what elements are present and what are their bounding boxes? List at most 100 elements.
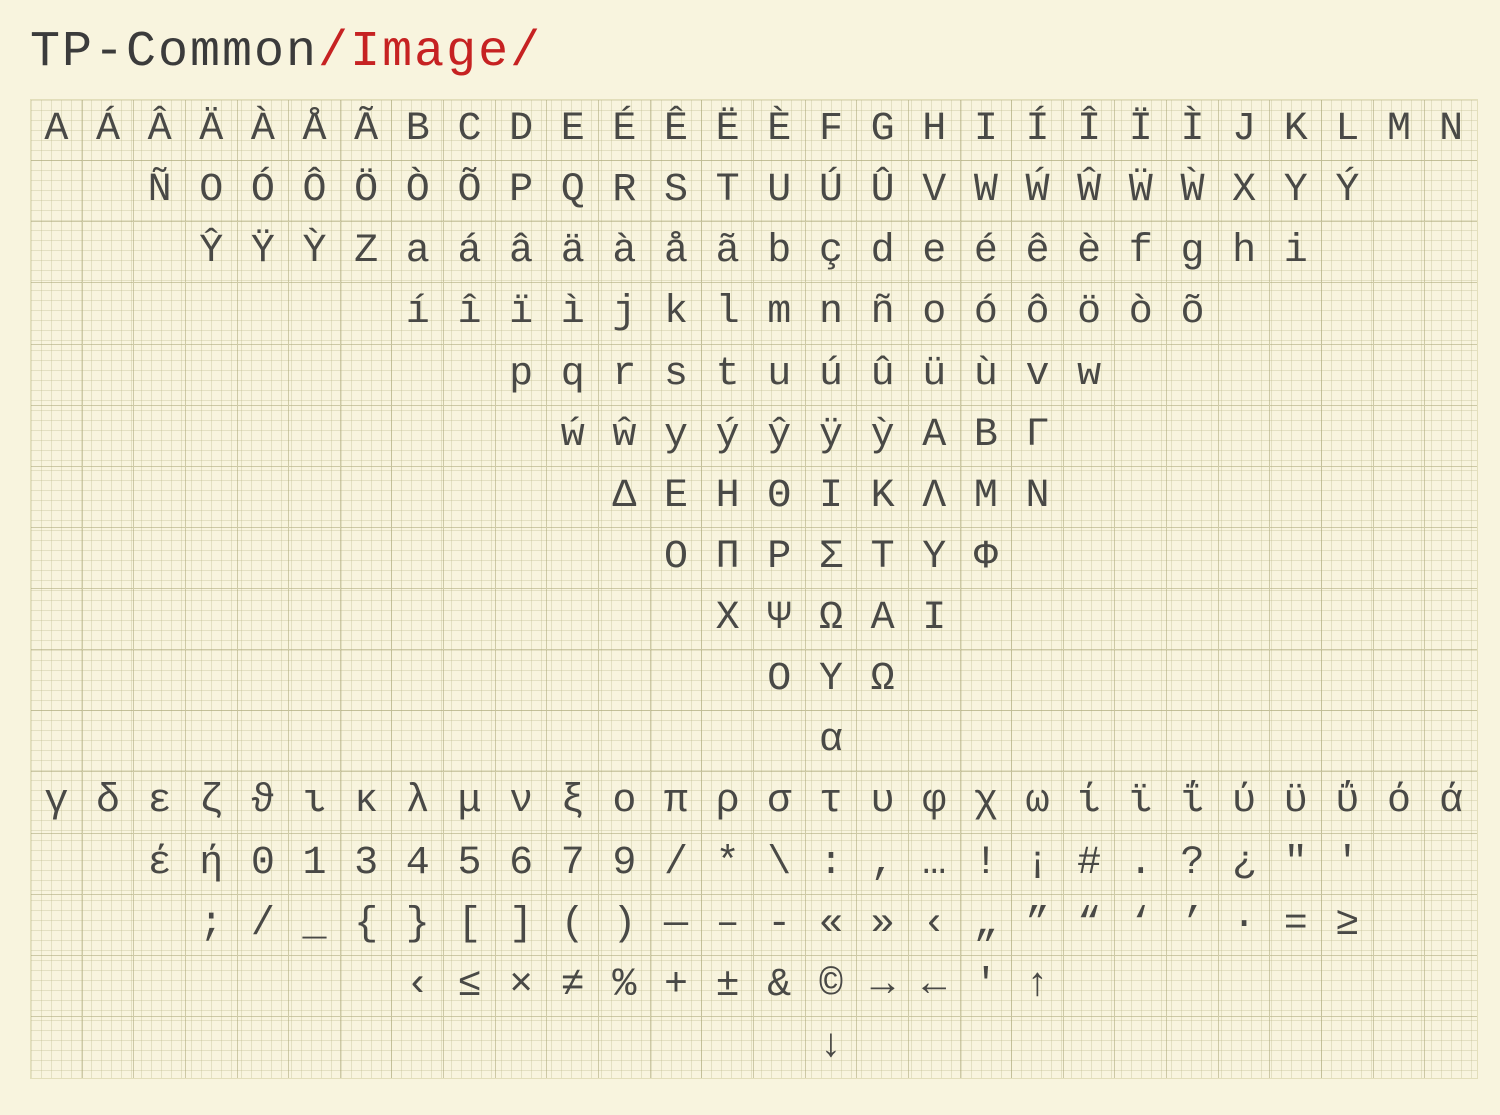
glyph-cell: Ω (806, 589, 858, 650)
glyph-cell: ! (961, 834, 1013, 895)
glyph-cell: π (651, 772, 703, 833)
glyph-cell: ' (1322, 834, 1374, 895)
glyph-cell: ‹ (392, 956, 444, 1017)
glyph: ‘ (1129, 905, 1153, 945)
glyph-cell (1064, 711, 1116, 772)
glyph-cell: ← (909, 956, 961, 1017)
glyph-cell (1322, 650, 1374, 711)
glyph-cell: & (754, 956, 806, 1017)
glyph-cell: = (1270, 895, 1322, 956)
glyph: } (406, 905, 430, 945)
glyph-cell: r (599, 345, 651, 406)
glyph-cell: I (961, 100, 1013, 161)
glyph-cell (1425, 467, 1477, 528)
glyph-cell (1374, 283, 1426, 344)
breadcrumb-sep-1: / (318, 24, 350, 81)
glyph-cell (134, 589, 186, 650)
glyph: ≠ (561, 966, 585, 1006)
glyph-cell (1322, 283, 1374, 344)
glyph-cell (1374, 589, 1426, 650)
glyph: D (509, 110, 533, 150)
glyph-cell (1219, 650, 1271, 711)
glyph-cell (134, 345, 186, 406)
glyph-cell: Ŵ (1064, 161, 1116, 222)
glyph-cell: 1 (289, 834, 341, 895)
glyph-cell: Ó (238, 161, 290, 222)
glyph-cell (599, 711, 651, 772)
glyph-cell: ΰ (1322, 772, 1374, 833)
glyph-cell: ŵ (599, 406, 651, 467)
glyph-cell (83, 406, 135, 467)
glyph: ã (716, 232, 740, 272)
glyph-cell: å (651, 222, 703, 283)
glyph-cell: s (651, 345, 703, 406)
glyph-cell (1270, 956, 1322, 1017)
glyph: ζ (199, 782, 223, 822)
glyph-cell: Ý (1322, 161, 1374, 222)
glyph-cell (1425, 895, 1477, 956)
glyph-cell: ó (961, 283, 1013, 344)
glyph-cell (1115, 1017, 1167, 1078)
glyph: ê (1026, 232, 1050, 272)
glyph-cell (496, 406, 548, 467)
glyph-cell: υ (857, 772, 909, 833)
glyph-cell: Ä (186, 100, 238, 161)
glyph: Ú (819, 171, 843, 211)
glyph-cell: ” (1012, 895, 1064, 956)
glyph: Κ (871, 477, 895, 517)
glyph-cell: ω (1012, 772, 1064, 833)
glyph-cell (547, 1017, 599, 1078)
glyph-cell: n (806, 283, 858, 344)
glyph-cell (186, 283, 238, 344)
glyph-cell (444, 406, 496, 467)
glyph-cell (1115, 711, 1167, 772)
glyph-cell (31, 528, 83, 589)
glyph-cell: F (806, 100, 858, 161)
glyph: s (664, 355, 688, 395)
glyph-cell (186, 1017, 238, 1078)
glyph-grid-area: AÁÂÄÀÅÃBCDEÉÊËÈFGHIÍÎÏÌJKLMNÑOÓÔÖÒÕPQRST… (30, 99, 1478, 1079)
glyph-cell: j (599, 283, 651, 344)
glyph-cell: Õ (444, 161, 496, 222)
glyph: _ (303, 905, 327, 945)
glyph-cell (1219, 1017, 1271, 1078)
glyph: ì (561, 293, 585, 333)
glyph-cell (238, 406, 290, 467)
glyph: ; (199, 905, 223, 945)
glyph: ä (561, 232, 585, 272)
glyph-cell (1270, 406, 1322, 467)
glyph: ö (1077, 293, 1101, 333)
glyph-cell: è (1064, 222, 1116, 283)
glyph-cell: ↑ (1012, 956, 1064, 1017)
glyph: „ (974, 905, 998, 945)
glyph-cell: ζ (186, 772, 238, 833)
glyph-cell (1270, 528, 1322, 589)
glyph-cell (1064, 406, 1116, 467)
glyph-cell (1322, 711, 1374, 772)
glyph-cell (392, 345, 444, 406)
glyph-cell: B (392, 100, 444, 161)
glyph-cell: T (702, 161, 754, 222)
glyph-cell: – (702, 895, 754, 956)
glyph-cell: Ñ (134, 161, 186, 222)
glyph: U (767, 171, 791, 211)
glyph-cell: — (651, 895, 703, 956)
glyph: Ã (354, 110, 378, 150)
glyph-cell: ‹ (909, 895, 961, 956)
glyph-cell: l (702, 283, 754, 344)
glyph: ε (148, 782, 172, 822)
glyph-cell (547, 528, 599, 589)
glyph: κ (354, 782, 378, 822)
glyph-cell (651, 650, 703, 711)
glyph-cell: Τ (857, 528, 909, 589)
glyph-cell: m (754, 283, 806, 344)
glyph-cell: G (857, 100, 909, 161)
glyph-cell (496, 711, 548, 772)
glyph-cell: ú (806, 345, 858, 406)
glyph-cell (238, 345, 290, 406)
glyph-cell: ç (806, 222, 858, 283)
glyph-cell: ò (1115, 283, 1167, 344)
glyph-cell (289, 711, 341, 772)
glyph: ‹ (922, 905, 946, 945)
glyph: ι (303, 782, 327, 822)
